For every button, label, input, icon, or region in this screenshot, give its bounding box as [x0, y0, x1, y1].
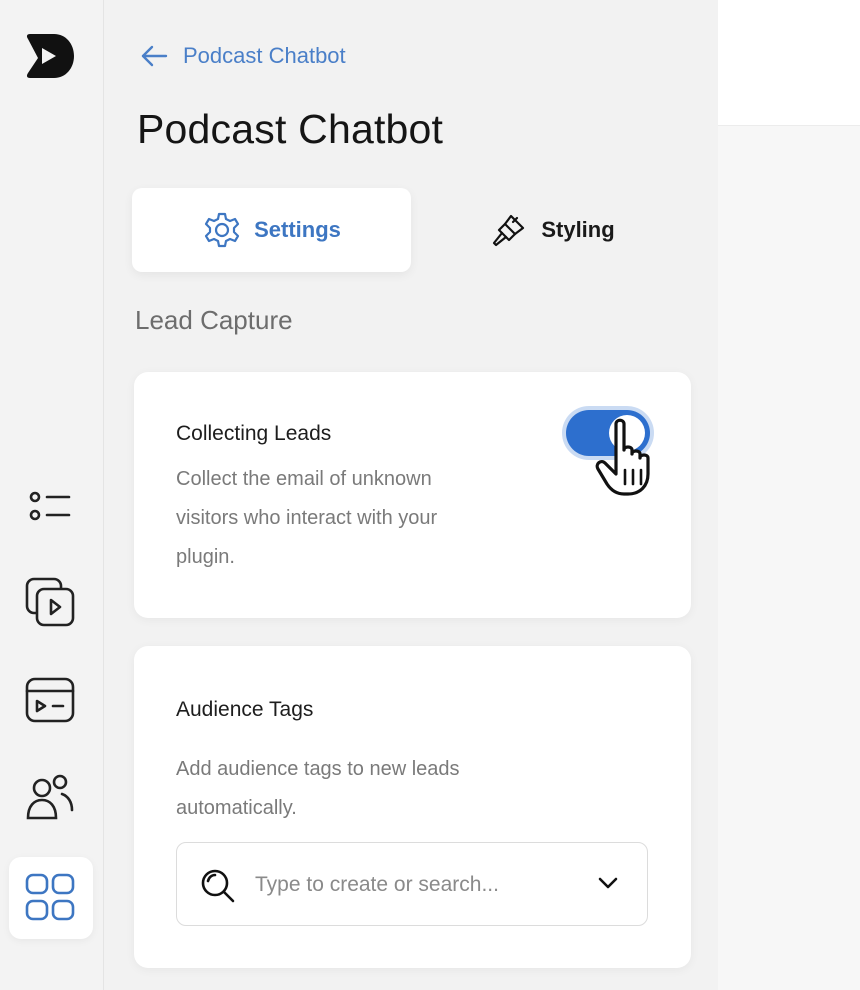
audience-tags-search-input[interactable]	[255, 863, 555, 907]
tab-styling[interactable]: Styling	[452, 188, 652, 272]
video-library-icon[interactable]	[22, 574, 78, 630]
tab-settings-label: Settings	[254, 217, 341, 242]
tab-bar: Settings Styling	[132, 188, 652, 272]
toggle-knob	[609, 415, 645, 451]
preview-header	[718, 0, 860, 126]
collecting-leads-card: Collecting Leads Collect the email of un…	[134, 372, 691, 618]
audience-tags-card: Audience Tags Add audience tags to new l…	[134, 646, 691, 968]
collecting-leads-description: Collect the email of unknown visitors wh…	[176, 468, 438, 568]
back-link-label: Podcast Chatbot	[183, 43, 346, 68]
settings-panel: Podcast Chatbot Podcast Chatbot Settings…	[105, 0, 718, 990]
audience-tags-select[interactable]	[176, 842, 648, 926]
audience-tags-description: Add audience tags to new leads automatic…	[176, 758, 460, 819]
page-title: Podcast Chatbot	[137, 106, 444, 152]
collecting-leads-toggle[interactable]	[566, 410, 650, 456]
arrow-left-icon	[141, 45, 168, 67]
collecting-leads-title: Collecting Leads	[176, 422, 332, 445]
preview-area	[718, 0, 860, 990]
search-icon	[201, 869, 235, 903]
icon-rail	[0, 0, 104, 990]
audience-tags-title: Audience Tags	[176, 698, 314, 721]
section-label: Lead Capture	[135, 305, 293, 335]
tab-styling-label: Styling	[541, 217, 615, 242]
tab-settings[interactable]: Settings	[132, 188, 411, 272]
paintbrush-icon	[493, 214, 525, 247]
list-icon[interactable]	[22, 478, 78, 534]
users-icon[interactable]	[22, 770, 78, 826]
brand-logo-icon[interactable]	[22, 26, 78, 86]
video-card-icon[interactable]	[22, 672, 78, 728]
chevron-down-icon[interactable]	[597, 875, 619, 891]
back-link[interactable]: Podcast Chatbot	[139, 40, 346, 72]
apps-grid-icon[interactable]	[22, 870, 78, 926]
gear-icon	[204, 212, 240, 248]
